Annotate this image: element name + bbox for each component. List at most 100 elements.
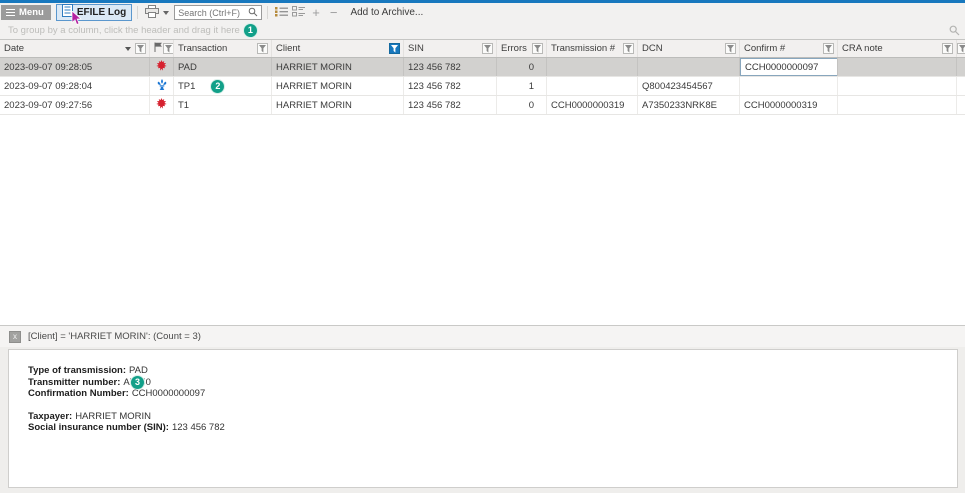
maple-leaf-icon: [156, 60, 167, 74]
callout-badge-3: 3: [131, 376, 144, 389]
table-row-t1[interactable]: 2023-09-07 09:27:56 T1 HARRIET MORIN 123…: [0, 96, 965, 115]
hamburger-icon: [6, 7, 15, 18]
callout-badge-2: 2: [211, 80, 224, 93]
efile-log-window: Menu EFILE Log: [0, 0, 965, 493]
filter-icon[interactable]: [163, 43, 174, 54]
menu-button-label: Menu: [19, 7, 44, 18]
filter-icon[interactable]: [942, 43, 953, 54]
column-header-transmission[interactable]: Transmission #: [547, 40, 638, 57]
filter-icon[interactable]: [532, 43, 543, 54]
cell-confirm: [740, 77, 838, 95]
toolbar-separator: [267, 6, 268, 19]
cell-dcn: A7350233NRK8E: [638, 96, 740, 114]
cell-transmission: CCH0000000319: [547, 96, 638, 114]
fleur-de-lis-icon: [157, 79, 167, 94]
detail-line: Transmitter number:A7350: [28, 377, 957, 389]
sort-desc-icon: [125, 47, 131, 51]
cell-cra-note: [838, 96, 957, 114]
cell-date: 2023-09-07 09:28:04: [0, 77, 150, 95]
print-dropdown-caret-icon[interactable]: [163, 11, 169, 15]
collapse-all-button[interactable]: −: [325, 5, 343, 20]
grid-empty-area: [0, 115, 965, 326]
filter-icon[interactable]: [725, 43, 736, 54]
remove-filter-button[interactable]: x: [9, 331, 21, 343]
group-by-hint: To group by a column, click the header a…: [8, 25, 240, 36]
column-header-confirm[interactable]: Confirm #: [740, 40, 838, 57]
cell-client: HARRIET MORIN: [272, 77, 404, 95]
find-panel-icon[interactable]: [949, 25, 960, 39]
cell-stub: [957, 58, 965, 76]
detail-line: Taxpayer:HARRIET MORIN: [28, 411, 957, 423]
add-to-archive-button[interactable]: Add to Archive...: [350, 7, 423, 18]
list-view-button[interactable]: [273, 5, 290, 20]
filter-icon[interactable]: [257, 43, 268, 54]
column-header-dcn[interactable]: DCN: [638, 40, 740, 57]
detail-gap: [28, 400, 957, 411]
table-row-pad[interactable]: 2023-09-07 09:28:05 PAD HARRIET MORIN 12…: [0, 58, 965, 77]
cell-client: HARRIET MORIN: [272, 58, 404, 76]
cell-flag: [150, 58, 174, 76]
cell-dcn: [638, 58, 740, 76]
cell-dcn: Q800423454567: [638, 77, 740, 95]
column-header-date[interactable]: Date: [0, 40, 150, 57]
filter-icon[interactable]: [623, 43, 634, 54]
cell-flag: [150, 96, 174, 114]
search-input[interactable]: [178, 8, 248, 18]
cell-transaction: T1: [174, 96, 272, 114]
maple-leaf-icon: [156, 98, 167, 112]
column-header-client[interactable]: Client: [272, 40, 404, 57]
cell-cra-note: [838, 77, 957, 95]
confirm-number-edit-input[interactable]: [740, 58, 838, 76]
cell-stub: [957, 96, 965, 114]
column-header-cra-note[interactable]: CRA note: [838, 40, 957, 57]
transmission-detail-panel: Type of transmission:PAD Transmitter num…: [8, 349, 958, 488]
cell-confirm: [740, 58, 838, 76]
search-box: [174, 5, 262, 20]
flag-icon: [154, 42, 163, 55]
active-filter-text: [Client] = 'HARRIET MORIN': (Count = 3): [28, 331, 201, 342]
cell-flag: [150, 77, 174, 95]
column-header-stub: [957, 40, 965, 57]
detail-area: Type of transmission:PAD Transmitter num…: [0, 347, 965, 493]
column-header-transaction[interactable]: Transaction: [174, 40, 272, 57]
group-layout-icon: [292, 5, 305, 20]
cell-errors: 0: [497, 58, 547, 76]
group-by-panel[interactable]: To group by a column, click the header a…: [0, 22, 965, 40]
print-button[interactable]: [143, 5, 171, 21]
table-row-tp1[interactable]: 2023-09-07 09:28:04 TP1 2 HARRIET MORIN …: [0, 77, 965, 96]
toolbar-separator: [137, 6, 138, 19]
cell-errors: 0: [497, 96, 547, 114]
cell-sin: 123 456 782: [404, 77, 497, 95]
filter-icon[interactable]: [135, 43, 146, 54]
mouse-cursor-icon: [71, 11, 82, 31]
detail-line: Confirmation Number:CCH0000000097: [28, 388, 957, 400]
menu-button[interactable]: Menu: [1, 5, 51, 20]
detail-line: Type of transmission:PAD: [28, 365, 957, 377]
cell-client: HARRIET MORIN: [272, 96, 404, 114]
cell-transaction: PAD: [174, 58, 272, 76]
filter-icon[interactable]: [823, 43, 834, 54]
search-icon: [248, 4, 258, 22]
cell-sin: 123 456 782: [404, 96, 497, 114]
cell-transmission: [547, 77, 638, 95]
detail-line: Social insurance number (SIN):123 456 78…: [28, 422, 957, 434]
cell-errors: 1: [497, 77, 547, 95]
toolbar: Menu EFILE Log: [0, 3, 965, 22]
efile-log-label: EFILE Log: [77, 7, 126, 18]
cell-confirm: CCH0000000319: [740, 96, 838, 114]
column-header-sin[interactable]: SIN: [404, 40, 497, 57]
bullet-list-icon: [275, 5, 288, 20]
cell-transmission: [547, 58, 638, 76]
cell-date: 2023-09-07 09:27:56: [0, 96, 150, 114]
callout-badge-1: 1: [244, 24, 257, 37]
efile-log-button[interactable]: EFILE Log: [56, 4, 132, 21]
column-header-errors[interactable]: Errors: [497, 40, 547, 57]
filter-active-icon[interactable]: [389, 43, 400, 54]
grid-header-row: Date Transaction Client SIN Errors Trans…: [0, 40, 965, 58]
group-layout-button[interactable]: [290, 5, 307, 20]
expand-all-button[interactable]: +: [307, 5, 325, 20]
column-header-flag[interactable]: [150, 40, 174, 57]
filter-icon[interactable]: [482, 43, 493, 54]
cell-stub: [957, 77, 965, 95]
grid-body: 2023-09-07 09:28:05 PAD HARRIET MORIN 12…: [0, 58, 965, 115]
